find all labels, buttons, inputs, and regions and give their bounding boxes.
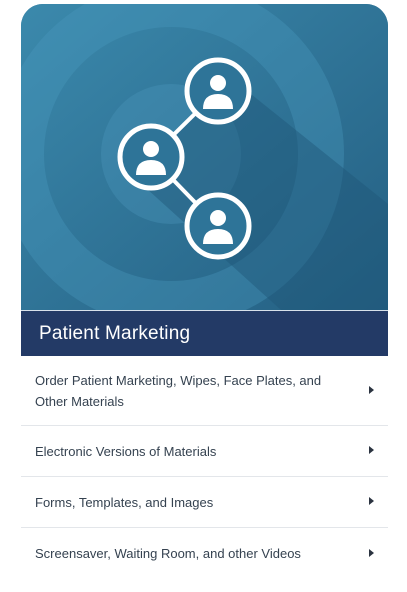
menu-item-label: Electronic Versions of Materials <box>35 443 217 459</box>
menu-item-label: Forms, Templates, and Images <box>35 494 214 510</box>
chevron-right-icon <box>369 446 374 454</box>
menu-item-label: Order Patient Marketing, Wipes, Face Pla… <box>35 372 322 409</box>
menu-item-order-materials[interactable]: Order Patient Marketing, Wipes, Face Pla… <box>21 356 388 426</box>
share-network-icon <box>21 4 388 310</box>
card-title-bar: Patient Marketing <box>21 310 388 356</box>
hero-image <box>21 4 388 310</box>
card-title: Patient Marketing <box>39 322 191 344</box>
chevron-right-icon <box>369 497 374 505</box>
menu-item-electronic-versions[interactable]: Electronic Versions of Materials <box>21 426 388 477</box>
menu-item-label: Screensaver, Waiting Room, and other Vid… <box>35 546 301 561</box>
patient-marketing-card: Patient Marketing Order Patient Marketin… <box>21 4 388 579</box>
menu-list: Order Patient Marketing, Wipes, Face Pla… <box>21 356 388 579</box>
chevron-right-icon <box>369 548 374 557</box>
menu-item-videos[interactable]: Screensaver, Waiting Room, and other Vid… <box>21 528 388 579</box>
chevron-right-icon <box>369 385 374 394</box>
menu-item-forms-templates[interactable]: Forms, Templates, and Images <box>21 477 388 528</box>
